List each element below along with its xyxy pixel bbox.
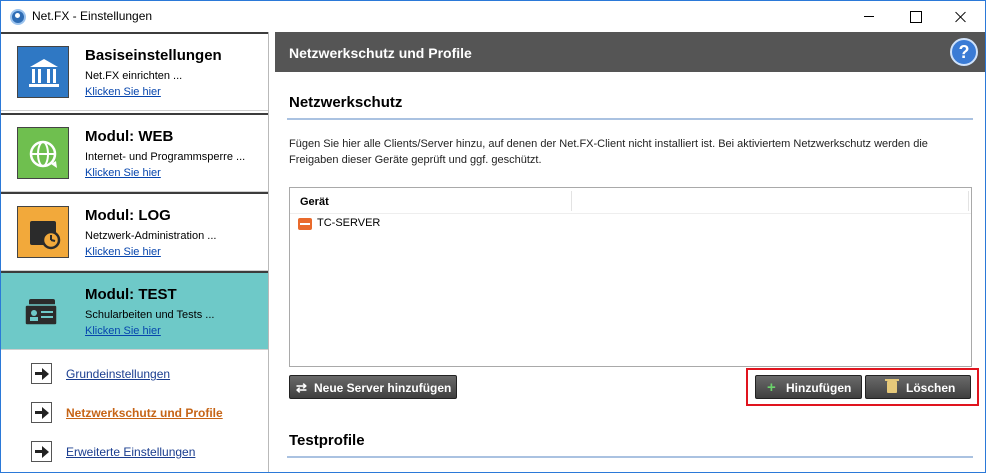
- add-button[interactable]: + Hinzufügen: [755, 375, 862, 399]
- plus-icon: +: [767, 379, 776, 396]
- section-divider: [287, 456, 973, 458]
- module-title: Modul: TEST: [85, 286, 177, 303]
- column-separator: [571, 191, 572, 211]
- module-link[interactable]: Klicken Sie hier: [85, 86, 161, 98]
- help-icon[interactable]: ?: [950, 38, 978, 66]
- maximize-button[interactable]: [892, 1, 938, 32]
- module-link[interactable]: Klicken Sie hier: [85, 167, 161, 179]
- globe-icon: [17, 127, 69, 179]
- module-description: Internet- und Programmsperre ...: [85, 151, 246, 163]
- window-title: Net.FX - Einstellungen: [32, 9, 153, 23]
- minimize-button[interactable]: [846, 1, 892, 32]
- title-bar: Net.FX - Einstellungen: [1, 1, 985, 32]
- close-button[interactable]: [938, 1, 984, 32]
- module-description: Schularbeiten und Tests ...: [85, 309, 215, 321]
- module-description: Net.FX einrichten ...: [85, 70, 183, 82]
- module-title: Modul: LOG: [85, 207, 171, 224]
- module-title: Modul: WEB: [85, 128, 174, 145]
- button-label: Löschen: [906, 381, 956, 395]
- clock-folder-icon: [17, 206, 69, 258]
- trash-icon: [885, 379, 899, 393]
- refresh-icon: ⇄: [296, 380, 307, 395]
- new-server-button[interactable]: ⇄ Neue Server hinzufügen: [289, 375, 457, 399]
- module-title: Basiseinstellungen: [85, 47, 222, 64]
- button-label: Hinzufügen: [786, 381, 852, 395]
- section-title-testprofile: Testprofile: [289, 432, 365, 449]
- column-separator: [968, 191, 969, 211]
- module-description: Netzwerk-Administration ...: [85, 230, 217, 242]
- device-list[interactable]: Gerät TC-SERVER: [289, 187, 972, 367]
- arrow-right-icon: [31, 363, 52, 384]
- list-item[interactable]: TC-SERVER: [298, 216, 598, 234]
- bank-icon: [17, 46, 69, 98]
- module-test[interactable]: Modul: TEST Schularbeiten und Tests ... …: [1, 271, 268, 350]
- button-label: Neue Server hinzufügen: [314, 381, 452, 395]
- module-link[interactable]: Klicken Sie hier: [85, 246, 161, 258]
- page-title: Netzwerkschutz und Profile: [289, 45, 472, 61]
- sidebar: Basiseinstellungen Net.FX einrichten ...…: [1, 32, 269, 472]
- settings-window: Net.FX - Einstellungen Basiseinstellunge…: [0, 0, 986, 473]
- arrow-right-icon: [31, 402, 52, 423]
- list-header: Gerät: [290, 188, 971, 214]
- subnav-label[interactable]: Grundeinstellungen: [66, 367, 170, 381]
- section-description: Fügen Sie hier alle Clients/Server hinzu…: [289, 138, 928, 166]
- arrow-right-icon: [31, 441, 52, 462]
- id-card-icon: [17, 285, 69, 337]
- delete-button[interactable]: Löschen: [865, 375, 971, 399]
- module-log[interactable]: Modul: LOG Netzwerk-Administration ... K…: [1, 192, 268, 271]
- main-panel: Netzwerkschutz und Profile ? Netzwerksch…: [275, 32, 985, 472]
- server-icon: [298, 218, 312, 230]
- module-link[interactable]: Klicken Sie hier: [85, 325, 161, 337]
- device-name: TC-SERVER: [317, 217, 381, 229]
- app-icon: [10, 9, 26, 25]
- panel-header: Netzwerkschutz und Profile ?: [275, 32, 985, 72]
- module-basis[interactable]: Basiseinstellungen Net.FX einrichten ...…: [1, 32, 268, 111]
- section-title-netzwerkschutz: Netzwerkschutz: [289, 94, 403, 111]
- module-web[interactable]: Modul: WEB Internet- und Programmsperre …: [1, 113, 268, 192]
- subnav-label[interactable]: Erweiterte Einstellungen: [66, 445, 195, 459]
- subnav-label[interactable]: Netzwerkschutz und Profile: [66, 406, 223, 420]
- section-divider: [287, 118, 973, 120]
- column-header-geraet[interactable]: Gerät: [300, 196, 329, 208]
